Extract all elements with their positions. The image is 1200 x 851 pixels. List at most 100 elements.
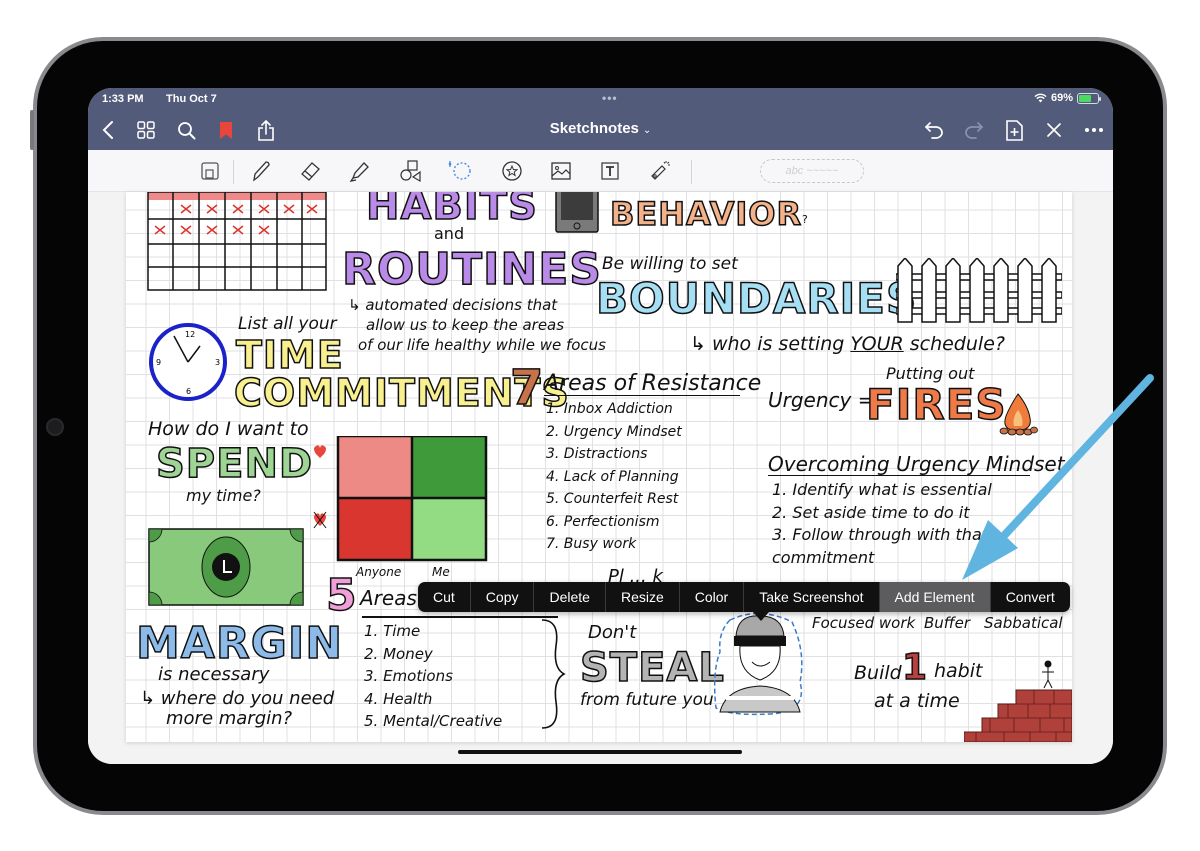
margin-title: MARGIN <box>135 618 344 669</box>
tool-zoom-window[interactable] <box>196 157 224 185</box>
build-follow: at a time <box>874 690 960 712</box>
areas-list-item: 1. Time <box>364 622 421 640</box>
document-title: Sketchnotes <box>549 120 639 137</box>
zoom-window-icon <box>201 162 219 180</box>
handwriting-input-pill[interactable]: abc ~~~~~ <box>760 159 864 183</box>
menu-item-color[interactable]: Color <box>678 582 743 612</box>
toolbar-divider <box>233 160 234 184</box>
overcoming-list: 1. Identify what is essential 2. Set asid… <box>772 479 1072 569</box>
laser-pointer-icon <box>651 161 670 180</box>
context-menu-pointer <box>753 612 769 621</box>
chevron-down-icon: ⌄ <box>642 125 652 136</box>
campfire-drawing <box>999 393 1038 436</box>
tool-pen[interactable] <box>247 157 275 185</box>
multitasking-dots[interactable]: ••• <box>602 91 618 105</box>
boundaries-question: ↳ who is setting YOUR schedule? <box>690 333 1005 355</box>
add-page-button[interactable] <box>998 114 1030 146</box>
urgency-label: Urgency = <box>768 388 875 412</box>
tool-bar: abc ~~~~~ <box>88 150 1113 192</box>
habits-caption-3: of our life healthy while we focus <box>358 336 606 354</box>
resistance-list-item: 6. Perfectionism <box>546 513 660 530</box>
tool-laser-pointer[interactable] <box>646 157 674 185</box>
spend-follow: my time? <box>186 486 261 505</box>
image-icon <box>551 162 571 180</box>
routines-title: ROUTINES <box>341 244 602 295</box>
clock-number-3: 3 <box>215 358 220 367</box>
menu-item-add-element[interactable]: Add Element <box>878 582 990 612</box>
overcoming-title: Overcoming Urgency Mindset <box>768 452 1065 476</box>
build-number: 1 <box>901 647 929 688</box>
clock-number-6: 6 <box>186 387 191 396</box>
fence-drawing <box>896 258 1062 323</box>
home-indicator[interactable] <box>458 750 742 754</box>
behavior-title: BEHAVIOR <box>609 195 803 233</box>
status-right: 69% <box>1034 92 1101 104</box>
lasso-icon <box>448 161 471 180</box>
habits-and: and <box>434 224 465 243</box>
navigation-bar: 1:33 PM Thu Oct 7 ••• 69% Sketchnotes ⌄ <box>88 88 1113 150</box>
behavior-suffix: ? <box>802 213 808 226</box>
battery-charging-icon <box>1077 92 1101 104</box>
status-date: Thu Oct 7 <box>166 93 217 105</box>
brace-drawing <box>541 619 566 729</box>
tool-shapes[interactable] <box>396 157 424 185</box>
overcoming-list-item: 1. Identify what is essential <box>772 480 992 499</box>
margin-question-2: more margin? <box>166 708 293 729</box>
margin-question-1: ↳ where do you need <box>140 688 335 709</box>
matrix-cell <box>338 498 412 560</box>
areas-title: Areas <box>360 586 417 610</box>
boundaries-question-emphasis: YOUR <box>850 333 904 355</box>
resistance-number: 7 <box>509 360 545 416</box>
tool-eraser[interactable] <box>297 157 325 185</box>
add-page-icon <box>1005 119 1023 141</box>
areas-list-item: 5. Mental/Creative <box>364 712 503 730</box>
matrix-x-label-anyone: Anyone <box>356 565 402 579</box>
pen-icon <box>253 161 270 182</box>
crossed-heart-icon <box>313 511 327 529</box>
resistance-list: 1. Inbox Addiction 2. Urgency Mindset 3. D… <box>546 398 682 556</box>
sticker-icon <box>502 161 522 181</box>
habits-caption-2: allow us to keep the areas <box>366 316 565 334</box>
menu-item-cut[interactable]: Cut <box>418 582 470 612</box>
close-editing-button[interactable] <box>1038 114 1070 146</box>
matrix-x-label-me: Me <box>432 565 450 579</box>
thief-drawing[interactable] <box>710 612 810 722</box>
undo-button[interactable] <box>918 114 950 146</box>
more-button[interactable] <box>1078 114 1110 146</box>
tool-elements[interactable] <box>498 157 526 185</box>
menu-item-resize[interactable]: Resize <box>604 582 679 612</box>
undo-icon <box>924 122 943 139</box>
highlighter-icon <box>349 162 369 182</box>
tool-text[interactable] <box>596 157 624 185</box>
status-time: 1:33 PM <box>102 93 144 105</box>
brick-stairs-drawing <box>964 660 1072 742</box>
schedule-type-buffer: Buffer <box>924 614 971 632</box>
menu-item-take-screenshot[interactable]: Take Screenshot <box>743 582 878 612</box>
time-lead: List all your <box>238 314 337 334</box>
menu-item-delete[interactable]: Delete <box>533 582 604 612</box>
tablet-drawing <box>555 192 599 233</box>
tool-image[interactable] <box>547 157 575 185</box>
matrix-cell <box>412 498 486 560</box>
heart-icon <box>314 445 326 458</box>
areas-list-item: 2. Money <box>364 644 433 663</box>
resistance-list-item: 2. Urgency Mindset <box>546 423 682 440</box>
redo-button[interactable] <box>958 114 990 146</box>
tool-lasso[interactable] <box>446 157 474 185</box>
menu-item-copy[interactable]: Copy <box>469 582 534 612</box>
overcoming-list-item: 2. Set aside time to do it <box>772 502 970 522</box>
money-bill-drawing <box>148 528 304 606</box>
matrix-cell <box>338 436 412 498</box>
pencil-off-icon <box>1047 123 1061 137</box>
spend-title: SPEND <box>155 441 314 487</box>
steal-follow: from future you <box>580 690 714 710</box>
text-box-icon <box>601 162 619 180</box>
notebook-page[interactable]: HABITS and ROUTINES ↳ automated decision… <box>126 192 1072 742</box>
clock-number-9: 9 <box>156 358 161 367</box>
areas-underline <box>362 616 558 618</box>
priority-matrix <box>313 436 488 562</box>
tool-highlighter[interactable] <box>346 157 374 185</box>
canvas-area[interactable]: HABITS and ROUTINES ↳ automated decision… <box>88 192 1113 764</box>
resistance-list-item: 7. Busy work <box>546 536 637 552</box>
menu-item-convert[interactable]: Convert <box>989 582 1070 612</box>
